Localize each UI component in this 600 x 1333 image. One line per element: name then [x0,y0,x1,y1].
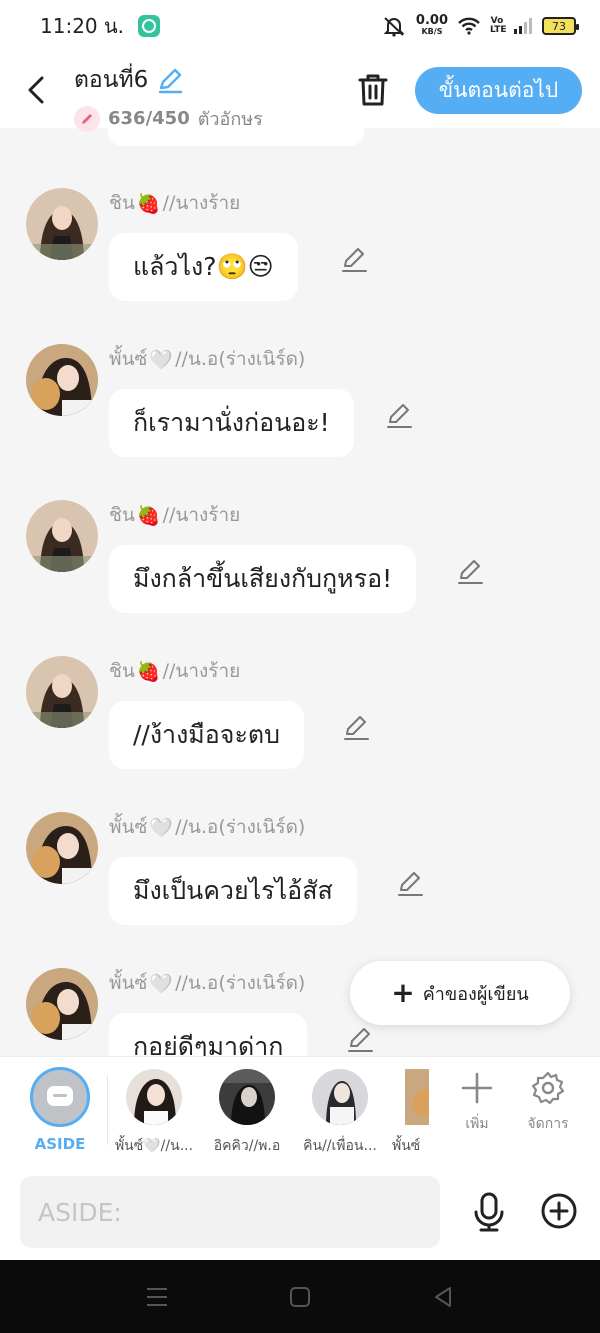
chat-message: พั้นซ์ 🤍//น.อ(ร่างเนิร์ด) ก็เรามานั่งก่อน… [0,344,600,474]
system-navigation-bar [0,1260,600,1333]
message-sender: พั้นซ์ 🤍//น.อ(ร่างเนิร์ด) [109,348,306,371]
microphone-icon[interactable] [470,1192,508,1232]
edit-message-icon[interactable] [456,558,484,586]
message-bubble[interactable]: มึงเป็นควยไรไอ้สัส [109,857,357,925]
character-option[interactable]: พั้นซ์🤍//น... [114,1069,194,1157]
input-bar [0,1164,600,1260]
avatar-chin[interactable] [26,500,98,572]
volte-label: Vo LTE [490,16,507,35]
plus-icon [461,1072,493,1104]
wifi-icon [458,17,480,35]
message-bubble[interactable]: กอยู่ดีๆมาด่าก [109,1013,308,1056]
message-sender: พั้นซ์ 🤍//น.อ(ร่างเนิร์ด) [109,972,306,995]
message-bubble-partial [108,128,364,146]
status-bar: 11:20 น. 0.00 KB/S Vo LTE 73 [0,0,600,52]
signal-icon [514,18,532,34]
back-arrow-icon[interactable] [22,72,52,108]
message-bubble[interactable]: ก็เรามานั่งก่อนอะ! [109,389,354,457]
trash-icon[interactable] [356,72,390,108]
edit-message-icon[interactable] [385,402,413,430]
status-time: 11:20 น. [40,14,125,38]
character-option-label-partial: พั้นซ์ [392,1138,421,1154]
message-sender: ชิน 🍓//นางร้าย [109,192,241,215]
app-notification-icon [138,15,161,37]
menu-icon[interactable] [142,1282,172,1312]
add-circle-icon[interactable] [540,1192,578,1230]
chat-message: ชิน 🍓//นางร้าย //ง้างมือจะตบ [0,656,600,786]
chat-message: ชิน 🍓//นางร้าย มึงกล้าขึ้นเสียงกับกูหรอ! [0,500,600,630]
add-character-button[interactable]: เพิ่ม [447,1071,507,1135]
edit-message-icon[interactable] [346,1026,374,1054]
message-bubble[interactable]: แล้วไง?🙄😒 [109,233,298,301]
message-sender: พั้นซ์ 🤍//น.อ(ร่างเนิร์ด) [109,816,306,839]
network-speed: 0.00 KB/S [415,13,448,36]
header: ตอนที่6 636/450 ตัวอักษร ขั้นตอนต่อไป [0,52,600,132]
plus-icon: + [391,976,415,1009]
aside-avatar[interactable] [30,1067,90,1127]
avatar-chin[interactable] [26,656,98,728]
character-option[interactable]: คิน//เพื่อน... [300,1069,380,1157]
avatar-chin[interactable] [26,188,98,260]
avatar-punch[interactable] [26,812,98,884]
message-bubble[interactable]: มึงกล้าขึ้นเสียงกับกูหรอ! [109,545,417,613]
back-icon[interactable] [428,1282,458,1312]
message-bubble[interactable]: //ง้างมือจะตบ [109,701,304,769]
char-count: 636/450 [108,108,190,129]
manage-characters-button[interactable]: จัดการ [518,1071,578,1135]
chat-message: พั้นซ์ 🤍//น.อ(ร่างเนิร์ด) มึงเป็นควยไรไอ้… [0,812,600,942]
aside-label: ASIDE [34,1135,86,1153]
divider [107,1075,108,1145]
episode-title: ตอนที่6 [74,67,149,93]
chat-bubble-icon [47,1086,73,1106]
next-step-button[interactable]: ขั้นตอนต่อไป [415,67,582,114]
message-sender: ชิน 🍓//นางร้าย [109,504,241,527]
message-sender: ชิน 🍓//นางร้าย [109,660,241,683]
page-title[interactable]: ตอนที่6 [74,62,263,98]
message-input[interactable] [20,1176,440,1248]
author-note-button[interactable]: + คำของผู้เขียน [350,961,570,1025]
edit-message-icon[interactable] [396,870,424,898]
episode-title-area: ตอนที่6 636/450 ตัวอักษร [74,62,263,133]
character-avatar [219,1069,275,1125]
battery-icon: 73 [542,17,579,35]
character-selector: ASIDE พั้นซ์🤍//น... อิคคิว//พ.อ คิน//เพื… [0,1056,600,1164]
edit-message-icon[interactable] [340,246,368,274]
chat-message: ชิน 🍓//นางร้าย แล้วไง?🙄😒 [0,188,600,318]
edit-message-icon[interactable] [342,714,370,742]
avatar-punch[interactable] [26,968,98,1040]
gear-icon [531,1071,565,1105]
mute-bell-icon [383,17,405,37]
avatar-punch[interactable] [26,344,98,416]
character-avatar [312,1069,368,1125]
character-avatar [126,1069,182,1125]
home-icon[interactable] [285,1282,315,1312]
edit-title-icon[interactable] [156,66,184,94]
status-icons: 0.00 KB/S Vo LTE 73 [382,13,579,37]
chat-area[interactable]: ชิน 🍓//นางร้าย แล้วไง?🙄😒 พั้นซ์ 🤍//น.อ(ร่า… [0,128,600,1056]
character-option[interactable]: อิคคิว//พ.อ [207,1069,287,1157]
